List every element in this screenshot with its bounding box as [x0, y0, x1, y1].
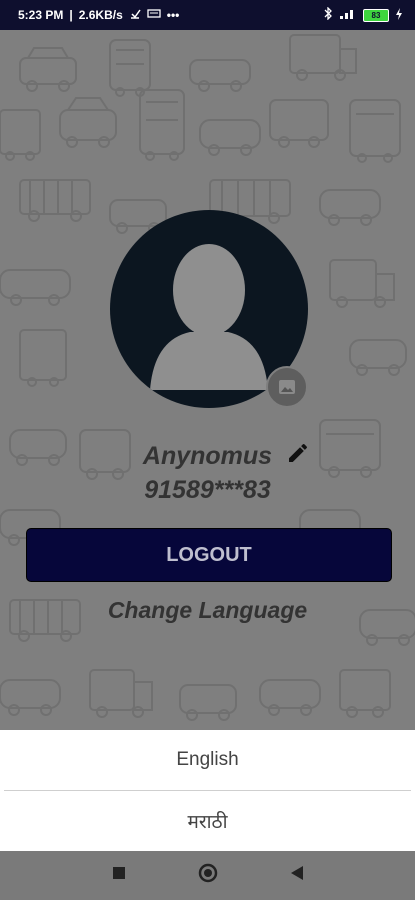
status-bar: 5:23 PM | 2.6KB/s ••• 83 — [0, 0, 415, 30]
download-icon — [129, 8, 141, 23]
status-separator: | — [69, 8, 73, 22]
language-option-marathi[interactable]: मराठी — [0, 791, 415, 851]
change-language-link[interactable]: Change Language — [0, 597, 415, 624]
square-icon — [112, 867, 125, 879]
edit-name-button[interactable] — [286, 441, 310, 465]
bluetooth-icon — [323, 6, 333, 23]
charging-icon — [395, 7, 403, 23]
circle-icon — [198, 863, 217, 883]
pencil-icon — [289, 443, 307, 462]
avatar-container — [110, 210, 308, 408]
recents-button[interactable] — [112, 866, 126, 885]
logout-button[interactable]: LOGOUT — [26, 528, 392, 582]
signal-icon — [339, 8, 357, 23]
triangle-back-icon — [290, 866, 303, 880]
status-time: 5:23 PM — [18, 8, 64, 22]
status-left: 5:23 PM | 2.6KB/s ••• — [18, 8, 179, 23]
language-option-english[interactable]: English — [0, 730, 415, 790]
back-button[interactable] — [290, 865, 304, 886]
network-speed: 2.6KB/s — [78, 8, 123, 22]
image-icon — [279, 380, 295, 394]
profile-phone: 91589***83 — [144, 476, 271, 504]
navigation-bar — [0, 851, 415, 900]
battery-icon: 83 — [363, 8, 389, 22]
more-notifications-icon: ••• — [166, 8, 180, 22]
status-right: 83 — [323, 6, 403, 23]
profile-name: Anynomus — [142, 442, 273, 470]
notification-icon — [147, 8, 161, 23]
change-photo-button[interactable] — [266, 366, 308, 408]
battery-level: 83 — [371, 10, 381, 20]
home-button[interactable] — [198, 863, 218, 888]
language-bottom-sheet: English मराठी — [0, 730, 415, 851]
profile-screen: Anynomus 91589***83 LOGOUT Change Langua… — [0, 30, 415, 730]
